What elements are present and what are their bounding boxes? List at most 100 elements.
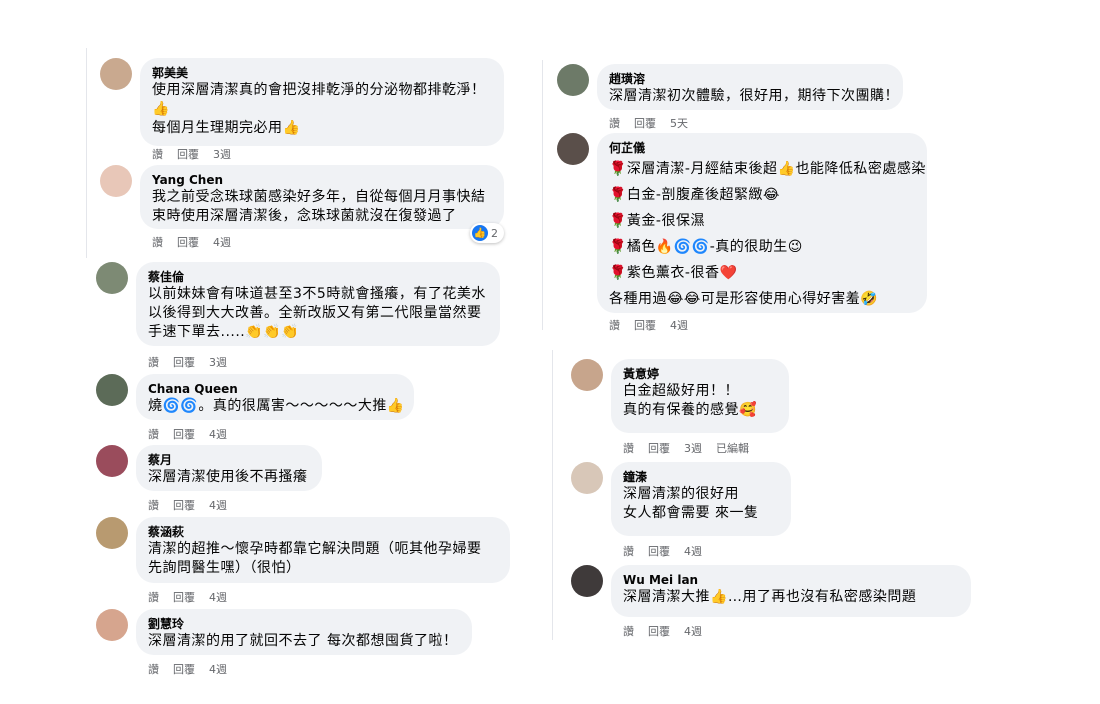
comment-text: 深層清潔使用後不再搔癢 bbox=[148, 469, 308, 485]
comment-text: 以前妹妹會有味道甚至3不5時就會搔癢，有了花美水 bbox=[148, 286, 486, 302]
timestamp[interactable]: 4週 bbox=[209, 497, 227, 513]
commenter-name[interactable]: Chana Queen bbox=[148, 381, 402, 397]
avatar[interactable] bbox=[100, 58, 132, 90]
like-reaction-icon: 👍 bbox=[472, 225, 488, 241]
comment-text: 🌹橘色🔥🌀🌀-真的很助生😉 bbox=[609, 239, 803, 255]
comment-bubble: 蔡月 深層清潔使用後不再搔癢 bbox=[136, 445, 322, 491]
timestamp[interactable]: 4週 bbox=[684, 623, 702, 639]
like-button[interactable]: 讚 bbox=[609, 317, 620, 333]
commenter-name[interactable]: 蔡月 bbox=[148, 452, 310, 468]
timestamp[interactable]: 4週 bbox=[684, 543, 702, 559]
comment-text: 🌹紫色薰衣-很香❤️ bbox=[609, 265, 738, 281]
reply-button[interactable]: 回覆 bbox=[173, 661, 195, 677]
comment-text: 燒🌀🌀。真的很厲害～～～～～大推👍 bbox=[148, 398, 405, 414]
comment-bubble: 趙璜溶 深層清潔初次體驗，很好用，期待下次團購！ bbox=[597, 64, 903, 110]
comment-actions: 讚 回覆 4週 bbox=[609, 317, 688, 333]
comment-text: 每個月生理期完必用👍 bbox=[152, 120, 301, 136]
comment-bubble: 黃意婷 白金超級好用！！ 真的有保養的感覺🥰 bbox=[611, 359, 789, 433]
avatar[interactable] bbox=[571, 565, 603, 597]
avatar[interactable] bbox=[96, 517, 128, 549]
comment-text: 束時使用深層清潔後，念珠球菌就沒在復發過了 bbox=[152, 208, 457, 224]
like-button[interactable]: 讚 bbox=[148, 354, 159, 370]
reply-button[interactable]: 回覆 bbox=[173, 354, 195, 370]
reply-button[interactable]: 回覆 bbox=[173, 589, 195, 605]
commenter-name[interactable]: 何芷儀 bbox=[609, 140, 915, 156]
avatar[interactable] bbox=[557, 64, 589, 96]
like-button[interactable]: 讚 bbox=[609, 115, 620, 131]
timestamp[interactable]: 3週 bbox=[213, 146, 231, 162]
reply-button[interactable]: 回覆 bbox=[177, 146, 199, 162]
comment-text: 以後得到大大改善。全新改版又有第二代限量當然要 bbox=[148, 305, 482, 321]
reply-button[interactable]: 回覆 bbox=[177, 234, 199, 250]
comment-text: 真的有保養的感覺🥰 bbox=[623, 402, 757, 418]
like-button[interactable]: 讚 bbox=[148, 497, 159, 513]
comment-text: 先詢問醫生嘿）（很怕） bbox=[148, 560, 301, 576]
timestamp[interactable]: 4週 bbox=[209, 661, 227, 677]
timestamp[interactable]: 5天 bbox=[670, 115, 688, 131]
reply-button[interactable]: 回覆 bbox=[648, 543, 670, 559]
commenter-name[interactable]: 蔡涵萩 bbox=[148, 524, 498, 540]
reply-button[interactable]: 回覆 bbox=[648, 623, 670, 639]
reply-button[interactable]: 回覆 bbox=[648, 440, 670, 456]
avatar[interactable] bbox=[571, 359, 603, 391]
comment-text: 🌹白金-剖腹產後超緊緻😂 bbox=[609, 187, 780, 203]
timestamp[interactable]: 3週 bbox=[684, 440, 702, 456]
reply-button[interactable]: 回覆 bbox=[634, 317, 656, 333]
commenter-name[interactable]: Yang Chen bbox=[152, 172, 492, 188]
reply-button[interactable]: 回覆 bbox=[173, 426, 195, 442]
edited-label[interactable]: 已編輯 bbox=[716, 440, 749, 456]
comment-actions: 讚 回覆 4週 bbox=[148, 426, 227, 442]
like-button[interactable]: 讚 bbox=[623, 440, 634, 456]
comment-bubble: 鐘溱 深層清潔的很好用 女人都會需要 來一隻 bbox=[611, 462, 791, 536]
comment-bubble: Chana Queen 燒🌀🌀。真的很厲害～～～～～大推👍 bbox=[136, 374, 414, 420]
comment-text: 使用深層清潔真的會把沒排乾淨的分泌物都排乾淨！ bbox=[152, 82, 486, 98]
comment-bubble: 郭美美 使用深層清潔真的會把沒排乾淨的分泌物都排乾淨！ 👍 每個月生理期完必用👍 bbox=[140, 58, 504, 146]
avatar[interactable] bbox=[96, 609, 128, 641]
reply-button[interactable]: 回覆 bbox=[173, 497, 195, 513]
avatar[interactable] bbox=[557, 133, 589, 165]
commenter-name[interactable]: 黃意婷 bbox=[623, 366, 777, 382]
comment-bubble: 劉慧玲 深層清潔的用了就回不去了 每次都想囤貨了啦！ bbox=[136, 609, 472, 655]
like-button[interactable]: 讚 bbox=[152, 234, 163, 250]
reaction-count: 2 bbox=[491, 226, 498, 240]
comment-actions: 讚 回覆 3週 已編輯 bbox=[623, 440, 749, 456]
timestamp[interactable]: 4週 bbox=[209, 589, 227, 605]
like-button[interactable]: 讚 bbox=[623, 623, 634, 639]
like-button[interactable]: 讚 bbox=[152, 146, 163, 162]
like-button[interactable]: 讚 bbox=[148, 426, 159, 442]
commenter-name[interactable]: 郭美美 bbox=[152, 65, 492, 81]
comment-bubble: 蔡佳倫 以前妹妹會有味道甚至3不5時就會搔癢，有了花美水 以後得到大大改善。全新… bbox=[136, 262, 500, 346]
comment-actions: 讚 回覆 4週 bbox=[623, 543, 702, 559]
like-button[interactable]: 讚 bbox=[148, 589, 159, 605]
avatar[interactable] bbox=[96, 262, 128, 294]
avatar[interactable] bbox=[100, 165, 132, 197]
comment-text: 深層清潔大推👍…用了再也沒有私密感染問題 bbox=[623, 589, 917, 605]
commenter-name[interactable]: 趙璜溶 bbox=[609, 71, 891, 87]
avatar[interactable] bbox=[571, 462, 603, 494]
comment-text: 深層清潔初次體驗，很好用，期待下次團購！ bbox=[609, 88, 899, 104]
commenter-name[interactable]: 鐘溱 bbox=[623, 469, 779, 485]
avatar[interactable] bbox=[96, 374, 128, 406]
comment-actions: 讚 回覆 4週 bbox=[148, 661, 227, 677]
comment-text: 我之前受念珠球菌感染好多年，自從每個月月事快結 bbox=[152, 189, 486, 205]
commenter-name[interactable]: 劉慧玲 bbox=[148, 616, 460, 632]
like-button[interactable]: 讚 bbox=[623, 543, 634, 559]
like-button[interactable]: 讚 bbox=[148, 661, 159, 677]
avatar[interactable] bbox=[96, 445, 128, 477]
timestamp[interactable]: 4週 bbox=[213, 234, 231, 250]
reply-button[interactable]: 回覆 bbox=[634, 115, 656, 131]
reaction-badge[interactable]: 👍 2 bbox=[470, 223, 504, 243]
comment-text: 🌹黃金-很保濕 bbox=[609, 213, 705, 229]
timestamp[interactable]: 4週 bbox=[670, 317, 688, 333]
comment-text: 深層清潔的用了就回不去了 每次都想囤貨了啦！ bbox=[148, 633, 458, 649]
comment-actions: 讚 回覆 3週 bbox=[148, 354, 227, 370]
comment-text: 女人都會需要 來一隻 bbox=[623, 505, 759, 521]
column-divider-left bbox=[86, 48, 87, 258]
commenter-name[interactable]: 蔡佳倫 bbox=[148, 269, 488, 285]
timestamp[interactable]: 4週 bbox=[209, 426, 227, 442]
column-divider-right bbox=[542, 60, 543, 330]
comment-bubble: 蔡涵萩 清潔的超推～懷孕時都靠它解決問題（呃其他孕婦要 先詢問醫生嘿）（很怕） bbox=[136, 517, 510, 583]
commenter-name[interactable]: Wu Mei lan bbox=[623, 572, 959, 588]
timestamp[interactable]: 3週 bbox=[209, 354, 227, 370]
comment-text: 各種用過😂😂可是形容使用心得好害羞🤣 bbox=[609, 291, 879, 307]
